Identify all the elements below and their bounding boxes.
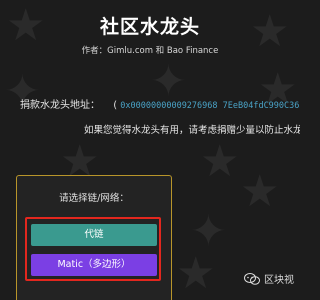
donation-hint-text: 如果您觉得水龙头有用，请考虑捐赠少量以防止水龙头 xyxy=(84,125,300,136)
watermark-text: 区块视 xyxy=(264,275,294,286)
watermark: 区块视 xyxy=(244,271,294,286)
red-highlight-box xyxy=(25,217,161,281)
donation-address-row: 捐款水龙头地址： ( 0x00000000009276968 7EeB04fdC… xyxy=(20,96,300,111)
donation-address-label: 捐款水龙头地址： xyxy=(20,100,100,111)
wechat-icon xyxy=(244,272,260,285)
chain-select-label: 请选择链/网络： xyxy=(59,193,129,204)
donation-address-value[interactable]: 0x00000000009276968 7EeB04fdC990C363EDe xyxy=(120,101,300,111)
donation-address-open-paren: ( xyxy=(113,100,118,111)
page-title: 社区水龙头 xyxy=(99,16,200,38)
authors-line: 作者：Gimlu.com 和 Bao Finance xyxy=(81,46,219,56)
